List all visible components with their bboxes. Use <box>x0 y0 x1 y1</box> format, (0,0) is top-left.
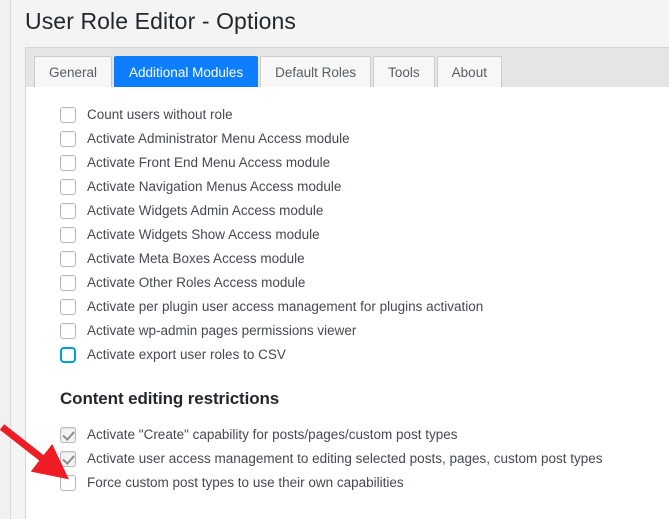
module-option-label: Activate Widgets Show Access module <box>87 227 320 242</box>
content-restriction-options-group: Activate "Create" capability for posts/p… <box>60 423 660 495</box>
module-option-row[interactable]: Activate Widgets Show Access module <box>60 223 660 247</box>
module-option-checkbox[interactable] <box>60 299 76 315</box>
module-option-checkbox[interactable] <box>60 155 76 171</box>
restriction-option-label: Activate user access management to editi… <box>87 451 603 466</box>
restriction-option-row[interactable]: Activate "Create" capability for posts/p… <box>60 423 660 447</box>
module-option-row[interactable]: Activate export user roles to CSV <box>60 343 660 367</box>
page-title: User Role Editor - Options <box>25 8 297 34</box>
tab-general[interactable]: General <box>34 56 113 88</box>
module-option-row[interactable]: Activate Widgets Admin Access module <box>60 199 660 223</box>
restriction-option-checkbox[interactable] <box>60 427 76 443</box>
module-option-row[interactable]: Activate Meta Boxes Access module <box>60 247 660 271</box>
module-option-checkbox[interactable] <box>60 131 76 147</box>
module-option-label: Activate Widgets Admin Access module <box>87 203 324 218</box>
options-container: Count users without role Activate Adminis… <box>60 103 660 495</box>
options-screen: User Role Editor - Options General Additi… <box>0 0 669 519</box>
module-option-label: Count users without role <box>87 107 233 122</box>
tab-strip: General Additional Modules Default Roles To… <box>25 47 669 88</box>
module-option-row[interactable]: Activate Front End Menu Access module <box>60 151 660 175</box>
tab-additional-modules[interactable]: Additional Modules <box>114 56 259 88</box>
tab-about[interactable]: About <box>436 56 502 88</box>
module-option-label: Activate Meta Boxes Access module <box>87 251 305 266</box>
restriction-option-checkbox[interactable] <box>60 451 76 467</box>
left-gutter <box>0 0 11 519</box>
tab-list: General Additional Modules Default Roles To… <box>34 55 504 88</box>
restriction-option-row[interactable]: Force custom post types to use their own… <box>60 471 660 495</box>
module-option-label: Activate Navigation Menus Access module <box>87 179 342 194</box>
module-option-row[interactable]: Activate Administrator Menu Access modul… <box>60 127 660 151</box>
module-option-label: Activate export user roles to CSV <box>87 347 286 362</box>
module-option-label: Activate wp-admin pages permissions view… <box>87 323 357 338</box>
module-option-checkbox[interactable] <box>60 107 76 123</box>
module-option-checkbox[interactable] <box>60 203 76 219</box>
page-body: User Role Editor - Options General Additi… <box>12 0 669 519</box>
section-heading-content-editing-restrictions: Content editing restrictions <box>60 389 280 408</box>
module-options-group: Count users without role Activate Adminis… <box>60 103 660 367</box>
module-option-row[interactable]: Count users without role <box>60 103 660 127</box>
module-option-checkbox[interactable] <box>60 179 76 195</box>
module-option-checkbox[interactable] <box>60 323 76 339</box>
module-option-checkbox[interactable] <box>60 227 76 243</box>
restriction-option-checkbox[interactable] <box>60 475 76 491</box>
restriction-option-label: Force custom post types to use their own… <box>87 475 404 490</box>
module-option-label: Activate Front End Menu Access module <box>87 155 331 170</box>
restriction-option-label: Activate "Create" capability for posts/p… <box>87 427 458 442</box>
tab-panel-additional-modules: Count users without role Activate Adminis… <box>25 87 669 519</box>
module-option-row[interactable]: Activate per plugin user access manageme… <box>60 295 660 319</box>
tab-tools[interactable]: Tools <box>373 56 435 88</box>
module-option-checkbox[interactable] <box>60 251 76 267</box>
tab-default-roles[interactable]: Default Roles <box>260 56 372 88</box>
module-option-checkbox[interactable] <box>60 347 76 363</box>
module-option-row[interactable]: Activate wp-admin pages permissions view… <box>60 319 660 343</box>
restriction-option-row[interactable]: Activate user access management to editi… <box>60 447 660 471</box>
module-option-row[interactable]: Activate Navigation Menus Access module <box>60 175 660 199</box>
module-option-row[interactable]: Activate Other Roles Access module <box>60 271 660 295</box>
module-option-label: Activate Administrator Menu Access modul… <box>87 131 350 146</box>
module-option-checkbox[interactable] <box>60 275 76 291</box>
module-option-label: Activate per plugin user access manageme… <box>87 299 484 314</box>
module-option-label: Activate Other Roles Access module <box>87 275 306 290</box>
